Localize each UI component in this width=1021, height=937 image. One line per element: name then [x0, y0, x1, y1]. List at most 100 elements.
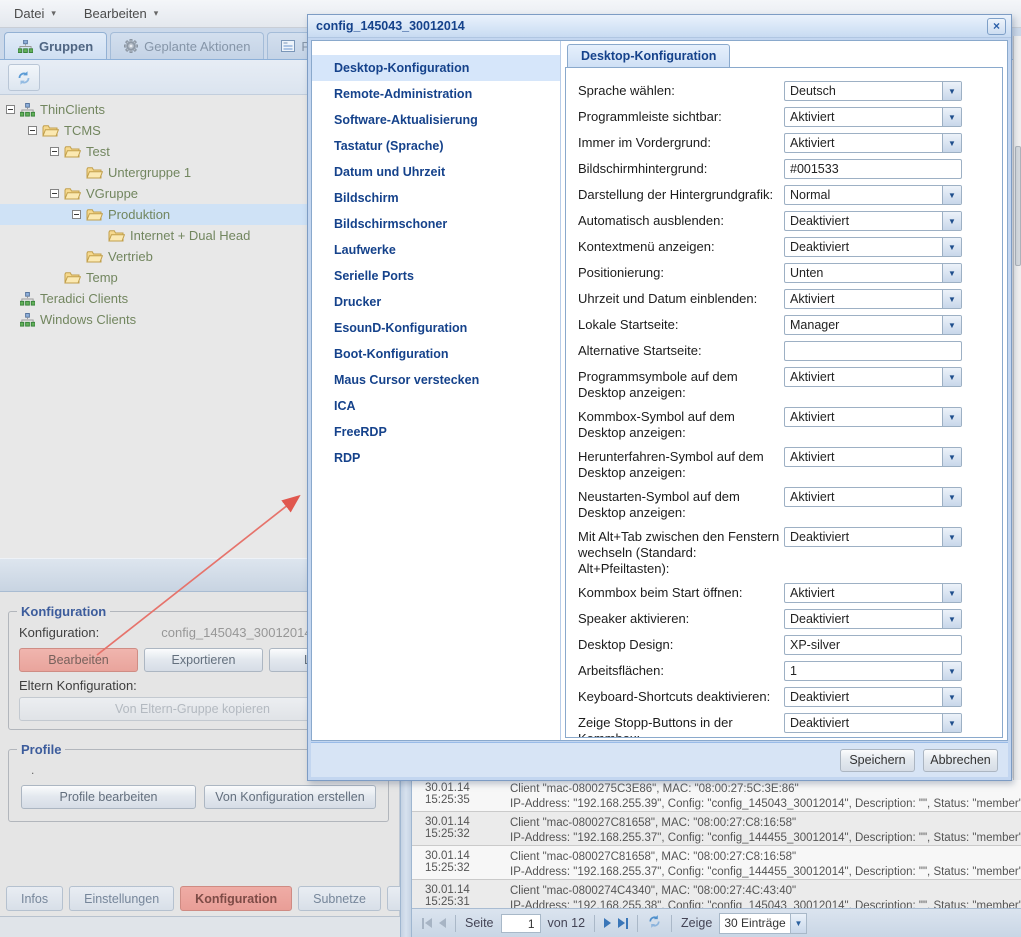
chevron-down-icon[interactable]: ▼ [942, 264, 961, 282]
field-control[interactable]: Aktiviert ▼ [784, 367, 962, 387]
log-row[interactable]: 30.01.14 15:25:32 Client "mac-080027C816… [412, 846, 1021, 880]
collapse-icon[interactable] [50, 189, 59, 198]
field-control[interactable]: Manager ▼ [784, 315, 962, 335]
field-value: Deaktiviert [785, 610, 942, 628]
refresh-icon[interactable] [647, 914, 662, 932]
config-section-item[interactable]: RDP [312, 445, 560, 471]
previous-page-button[interactable] [439, 918, 446, 928]
field-value: 1 [785, 662, 942, 680]
field-control[interactable]: Deaktiviert ▼ [784, 609, 962, 629]
detail-tab[interactable]: Konfiguration [180, 886, 292, 911]
field-control[interactable]: Unten ▼ [784, 263, 962, 283]
chevron-down-icon[interactable]: ▼ [942, 528, 961, 546]
chevron-down-icon: ▾ [51, 8, 56, 19]
config-section-item[interactable]: Software-Aktualisierung [312, 107, 560, 133]
config-section-item[interactable]: EsounD-Konfiguration [312, 315, 560, 341]
vertical-scrollbar[interactable] [1013, 36, 1021, 780]
chevron-down-icon[interactable]: ▼ [942, 238, 961, 256]
bearbeiten-button[interactable]: Bearbeiten [19, 648, 138, 672]
chevron-down-icon[interactable]: ▼ [942, 584, 961, 602]
field-control[interactable]: Deaktiviert ▼ [784, 527, 962, 547]
config-section-item[interactable]: FreeRDP [312, 419, 560, 445]
menu-bearbeiten[interactable]: Bearbeiten ▾ [84, 6, 158, 21]
config-section-item[interactable]: Laufwerke [312, 237, 560, 263]
field-control[interactable]: Deaktiviert ▼ [784, 237, 962, 257]
field-control[interactable]: Aktiviert ▼ [784, 447, 962, 467]
chevron-down-icon[interactable]: ▼ [942, 368, 961, 386]
chevron-down-icon[interactable]: ▼ [942, 290, 961, 308]
config-section-item[interactable]: Remote-Administration [312, 81, 560, 107]
log-row[interactable]: 30.01.14 15:25:32 Client "mac-080027C816… [412, 812, 1021, 846]
detail-tab[interactable]: Einstellungen [69, 886, 174, 911]
config-section-item[interactable]: Bildschirmschoner [312, 211, 560, 237]
field-control[interactable]: Deaktiviert ▼ [784, 687, 962, 707]
first-page-button[interactable] [422, 918, 432, 929]
collapse-icon[interactable] [6, 105, 15, 114]
scrollbar-thumb[interactable] [1015, 146, 1021, 266]
chevron-down-icon[interactable]: ▼ [942, 448, 961, 466]
log-row[interactable]: 30.01.14 15:25:31 Client "mac-0800274C43… [412, 880, 1021, 908]
config-section-item[interactable]: Bildschirm [312, 185, 560, 211]
exportieren-button[interactable]: Exportieren [144, 648, 263, 672]
tab-desktop-konfiguration[interactable]: Desktop-Konfiguration [567, 44, 730, 68]
config-section-item[interactable]: ICA [312, 393, 560, 419]
dialog-titlebar[interactable]: config_145043_30012014 × [308, 15, 1011, 38]
menu-datei[interactable]: Datei ▾ [14, 6, 56, 21]
field-control[interactable]: Deutsch ▼ [784, 81, 962, 101]
config-section-item[interactable]: Desktop-Konfiguration [312, 55, 560, 81]
close-button[interactable]: × [987, 18, 1006, 35]
field-control[interactable]: Deaktiviert ▼ [784, 713, 962, 733]
chevron-down-icon[interactable]: ▼ [942, 82, 961, 100]
profile-bearbeiten-button[interactable]: Profile bearbeiten [21, 785, 196, 809]
field-control[interactable]: Deaktiviert ▼ [784, 211, 962, 231]
field-control[interactable]: 1 ▼ [784, 661, 962, 681]
config-section-item[interactable]: Serielle Ports [312, 263, 560, 289]
field-control[interactable]: Normal ▼ [784, 185, 962, 205]
log-timestamp: 30.01.14 15:25:32 [425, 848, 510, 879]
abbrechen-button[interactable]: Abbrechen [923, 749, 998, 772]
speichern-button[interactable]: Speichern [840, 749, 915, 772]
chevron-down-icon[interactable]: ▼ [942, 714, 961, 732]
chevron-down-icon[interactable]: ▼ [942, 662, 961, 680]
config-section-item[interactable]: Maus Cursor verstecken [312, 367, 560, 393]
next-page-button[interactable] [604, 918, 611, 928]
chevron-down-icon[interactable]: ▼ [942, 688, 961, 706]
config-section-item[interactable]: Boot-Konfiguration [312, 341, 560, 367]
page-number-input[interactable]: 1 [501, 914, 541, 933]
field-control[interactable]: Aktiviert ▼ [784, 133, 962, 153]
chevron-down-icon[interactable]: ▼ [942, 488, 961, 506]
field-control[interactable]: Aktiviert ▼ [784, 107, 962, 127]
event-log-table: 30.01.14 15:25:35 Client "mac-0800275C3E… [412, 778, 1021, 908]
last-page-button[interactable] [618, 918, 628, 929]
collapse-icon[interactable] [72, 210, 81, 219]
refresh-button[interactable] [8, 64, 40, 91]
collapse-icon[interactable] [50, 147, 59, 156]
config-section-item[interactable]: Tastatur (Sprache) [312, 133, 560, 159]
collapse-icon[interactable] [28, 126, 37, 135]
tab-gruppen[interactable]: Gruppen [4, 32, 107, 59]
page-size-select[interactable]: 30 Einträge ▼ [719, 913, 807, 934]
field-control[interactable]: ▼ [784, 341, 962, 361]
field-control[interactable]: Aktiviert ▼ [784, 407, 962, 427]
form-field-row: Uhrzeit und Datum einblenden: Aktiviert … [578, 289, 994, 309]
chevron-down-icon[interactable]: ▼ [942, 212, 961, 230]
tab-geplante-aktionen[interactable]: Geplante Aktionen [110, 32, 264, 59]
config-section-item[interactable]: Drucker [312, 289, 560, 315]
chevron-down-icon[interactable]: ▼ [942, 610, 961, 628]
detail-tab[interactable]: Infos [6, 886, 63, 911]
config-section-item[interactable]: Datum und Uhrzeit [312, 159, 560, 185]
detail-tab[interactable]: Subnetze [298, 886, 381, 911]
field-control[interactable]: Aktiviert ▼ [784, 487, 962, 507]
field-control[interactable]: Aktiviert ▼ [784, 583, 962, 603]
chevron-down-icon[interactable]: ▼ [942, 316, 961, 334]
log-row[interactable]: 30.01.14 15:25:35 Client "mac-0800275C3E… [412, 778, 1021, 812]
field-control[interactable]: Aktiviert ▼ [784, 289, 962, 309]
chevron-down-icon[interactable]: ▼ [942, 186, 961, 204]
chevron-down-icon[interactable]: ▼ [942, 134, 961, 152]
field-control[interactable]: #001533 ▼ [784, 159, 962, 179]
von-konfiguration-erstellen-button[interactable]: Von Konfiguration erstellen [204, 785, 376, 809]
form-field-row: Sprache wählen: Deutsch ▼ [578, 81, 994, 101]
chevron-down-icon[interactable]: ▼ [942, 408, 961, 426]
field-control[interactable]: XP-silver ▼ [784, 635, 962, 655]
chevron-down-icon[interactable]: ▼ [942, 108, 961, 126]
